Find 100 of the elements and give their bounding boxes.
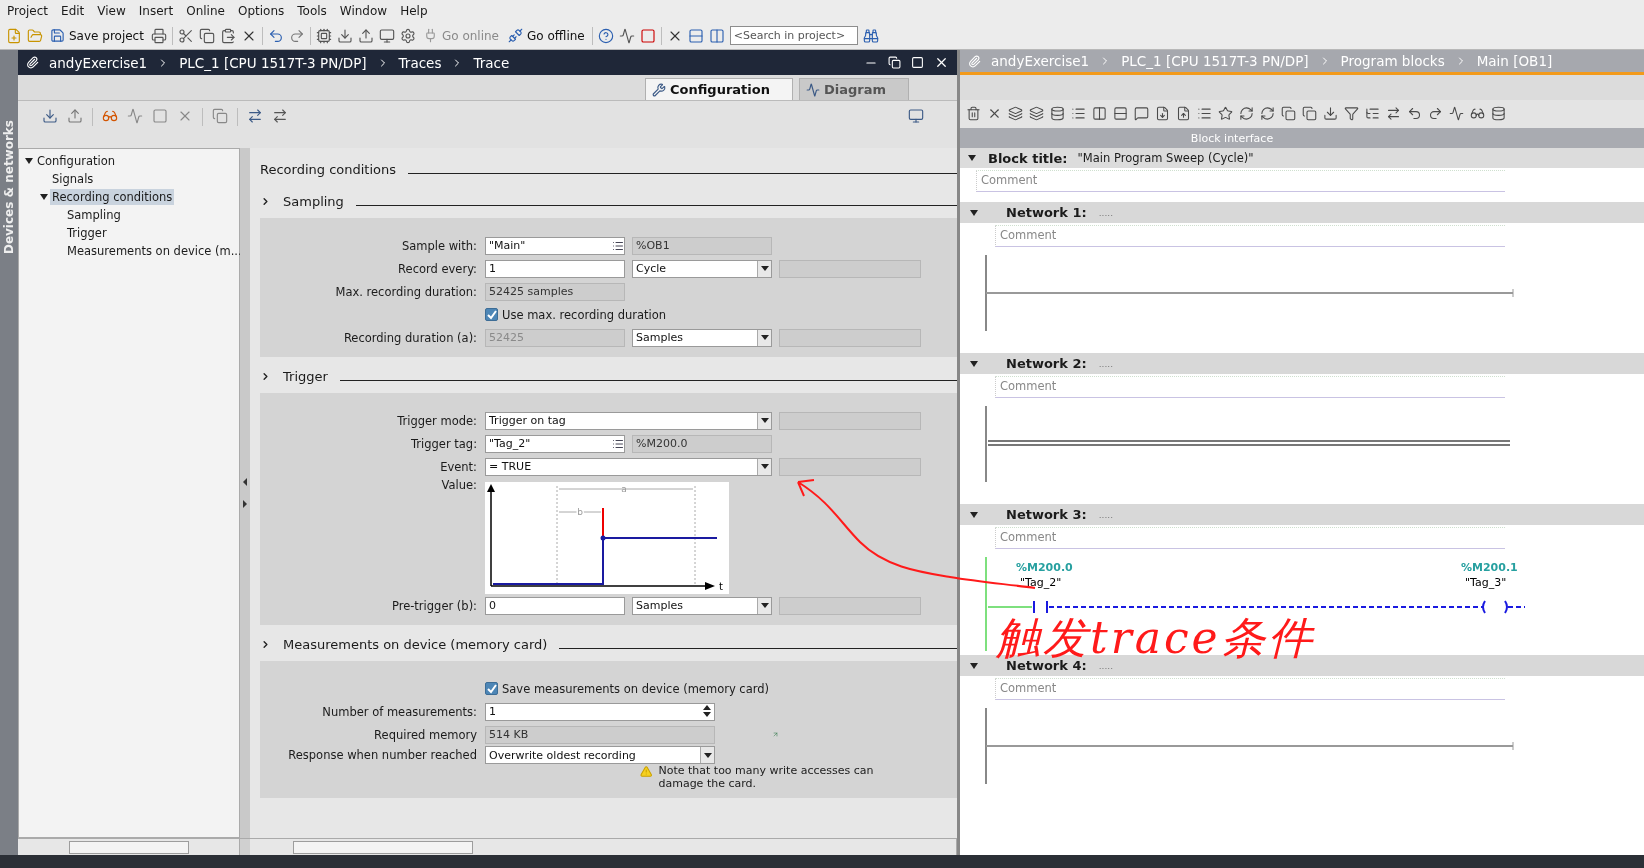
menu-item[interactable]: Tools (294, 4, 337, 18)
tree-item[interactable]: Recording conditions (50, 189, 175, 205)
download-icon[interactable] (42, 108, 58, 124)
toolbar-icon[interactable] (1260, 106, 1275, 121)
toolbar-icon[interactable] (1197, 106, 1212, 121)
breadcrumb-item[interactable]: Traces (398, 54, 442, 71)
comment-field[interactable]: Comment (995, 376, 1505, 398)
chevron-icon[interactable] (260, 638, 271, 650)
section-title[interactable]: Measurements on device (memory card) (283, 636, 548, 652)
menu-item[interactable]: Online (183, 4, 235, 18)
tree-item[interactable]: Trigger (65, 225, 109, 241)
toolbar-icon[interactable] (1386, 106, 1401, 121)
help-icon[interactable] (597, 27, 614, 44)
toolbar-icon[interactable] (1491, 106, 1506, 121)
upload-icon[interactable] (357, 27, 374, 44)
toolbar-icon[interactable] (1239, 106, 1254, 121)
dropdown[interactable]: Overwrite oldest recording (485, 746, 715, 764)
menu-item[interactable]: Insert (135, 4, 184, 18)
breadcrumb-item[interactable]: andyExercise1 (49, 54, 148, 71)
caret-icon[interactable] (970, 662, 978, 669)
number-spinner[interactable]: 1 (485, 702, 715, 721)
toolbar-icon[interactable] (1344, 106, 1359, 121)
checkbox-box[interactable] (485, 308, 498, 321)
input-field[interactable]: "Main" (485, 236, 625, 255)
split-horizontal-icon[interactable] (687, 27, 704, 44)
search-field[interactable]: <Search in project> (729, 26, 858, 45)
dropdown[interactable]: = TRUE (485, 457, 772, 476)
transfer-icon[interactable] (247, 108, 263, 124)
copy-icon[interactable] (198, 27, 215, 44)
list-icon[interactable] (612, 239, 624, 252)
toolbar-icon[interactable] (1323, 106, 1338, 121)
printer-icon[interactable] (150, 27, 167, 44)
toolbar-icon[interactable] (1092, 106, 1107, 121)
comment-field[interactable]: Comment (995, 527, 1505, 549)
breadcrumb-item[interactable]: PLC_1 [CPU 1517T-3 PN/DP] (179, 54, 367, 71)
toolbar-icon[interactable] (1029, 106, 1044, 121)
toolbar-icon[interactable] (1449, 106, 1464, 121)
scrollbar[interactable] (18, 839, 240, 855)
dropdown-button[interactable] (700, 747, 714, 763)
scissors-icon[interactable] (177, 27, 194, 44)
upload-icon[interactable] (67, 108, 83, 124)
dropdown-button[interactable] (757, 597, 771, 614)
caret-icon[interactable] (970, 209, 978, 216)
comment-field[interactable]: Comment (976, 170, 1505, 192)
scrollbar-thumb[interactable] (293, 840, 473, 854)
dropdown[interactable]: Cycle (632, 259, 772, 278)
binoculars-icon[interactable] (862, 27, 879, 44)
tab[interactable]: Configuration (644, 78, 793, 100)
dropdown-button[interactable] (757, 329, 771, 346)
input-field[interactable]: 0 (485, 596, 625, 615)
input-field[interactable]: 1 (485, 259, 625, 278)
contact-symbol[interactable] (1033, 600, 1048, 614)
caret-icon[interactable] (968, 155, 976, 161)
caret-icon[interactable] (970, 511, 978, 518)
comment-field[interactable]: Comment (995, 225, 1505, 247)
restore-icon[interactable] (888, 56, 901, 69)
menu-item[interactable]: Edit (58, 4, 95, 18)
undo-icon[interactable] (267, 27, 284, 44)
caret-icon[interactable] (25, 158, 33, 164)
section-title[interactable]: Trigger (283, 368, 328, 384)
toolbar-icon[interactable] (1050, 106, 1065, 121)
dropdown[interactable]: Samples (632, 596, 772, 615)
tab[interactable]: Diagram (798, 78, 909, 100)
glasses-icon[interactable] (102, 108, 118, 124)
checkbox-box[interactable] (485, 682, 498, 695)
toolbar-icon[interactable] (1155, 106, 1170, 121)
section-title[interactable]: Sampling (283, 193, 344, 209)
list-icon[interactable] (612, 437, 624, 450)
tree-item[interactable]: Configuration (35, 153, 117, 169)
caret-icon[interactable] (970, 360, 978, 367)
checkbox[interactable]: Use max. recording duration (485, 307, 921, 322)
toolbar-icon[interactable] (1407, 106, 1422, 121)
transfer-icon[interactable] (272, 108, 288, 124)
window-icon[interactable] (908, 108, 924, 124)
menu-item[interactable]: Window (336, 4, 398, 18)
toolbar-icon[interactable] (966, 106, 981, 121)
toolbar-icon[interactable] (1008, 106, 1023, 121)
split-vertical-icon[interactable] (708, 27, 725, 44)
copy-icon[interactable] (212, 108, 228, 124)
maximize-icon[interactable] (911, 56, 924, 69)
toolbar-icon[interactable] (1176, 106, 1191, 121)
spinner-arrows-icon[interactable] (703, 705, 711, 717)
scrollbar-thumb[interactable] (68, 840, 189, 854)
save-project-button[interactable]: Save project (48, 28, 146, 43)
chevron-icon[interactable] (260, 370, 271, 382)
paste-icon[interactable] (219, 27, 236, 44)
stop-icon[interactable] (639, 27, 656, 44)
menu-item[interactable]: Options (234, 4, 295, 18)
scrollbar[interactable] (250, 839, 957, 855)
close-icon[interactable] (934, 55, 949, 70)
toolbar-icon[interactable] (1365, 106, 1380, 121)
tree-item[interactable]: Sampling (65, 207, 123, 223)
comment-field[interactable]: Comment (995, 678, 1505, 700)
dropdown-button[interactable] (757, 458, 771, 475)
toolbar-icon[interactable] (987, 106, 1002, 121)
toolbar-icon[interactable] (1113, 106, 1128, 121)
dropdown[interactable]: Trigger on tag (485, 411, 772, 430)
toolbar-icon[interactable] (1302, 106, 1317, 121)
checkbox[interactable]: Save measurements on device (memory card) (485, 681, 921, 696)
chevron-icon[interactable] (260, 195, 271, 207)
